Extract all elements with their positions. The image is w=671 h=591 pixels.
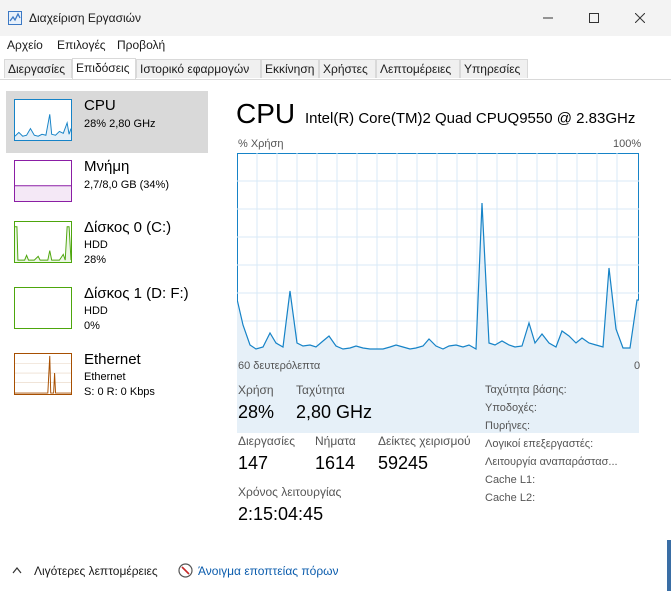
tab-processes[interactable]: Διεργασίες <box>4 59 72 78</box>
sidebar-disk0-name: Δίσκος 0 (C:) <box>84 219 172 236</box>
base-speed-label: Ταχύτητα βάσης: <box>485 384 567 396</box>
minimize-icon <box>543 17 553 19</box>
tab-bar: Διεργασίες Επιδόσεις Ιστορικό εφαρμογών … <box>0 57 671 80</box>
threads-label: Νήματα <box>315 434 356 448</box>
graph-time-label: 60 δευτερόλεπτα <box>238 360 321 372</box>
graph-time-end-label: 0 <box>634 360 641 372</box>
sidebar-disk1-type: HDD <box>84 305 108 317</box>
usage-value: 28% <box>238 402 275 422</box>
threads-value: 1614 <box>315 453 356 473</box>
sidebar-disk1-name: Δίσκος 1 (D: F:) <box>84 285 189 302</box>
resource-monitor-icon <box>178 563 193 578</box>
uptime-value: 2:15:04:45 <box>238 504 324 524</box>
sidebar-item-ethernet[interactable]: Ethernet Ethernet S: 0 R: 0 Kbps <box>6 345 208 407</box>
tab-startup[interactable]: Εκκίνηση <box>261 59 319 78</box>
cores-label: Πυρήνες: <box>485 420 531 432</box>
cpu-model: Intel(R) Core(TM)2 Quad CPUQ9550 @ 2.83G… <box>305 110 636 127</box>
sidebar-memory-name: Μνήμη <box>84 158 130 175</box>
minimize-button[interactable] <box>525 0 571 36</box>
ethernet-thumbnail-graph <box>14 353 72 395</box>
close-button[interactable] <box>617 0 663 36</box>
sockets-label: Υποδοχές: <box>485 402 537 414</box>
memory-thumbnail-graph <box>14 160 72 202</box>
cache-l1-label: Cache L1: <box>485 474 536 486</box>
graph-y-label: % Χρήση <box>238 138 284 150</box>
disk0-thumbnail-graph <box>14 221 72 263</box>
tab-app-history[interactable]: Ιστορικό εφαρμογών <box>136 59 261 78</box>
task-manager-icon <box>8 11 22 25</box>
cache-l2-label: Cache L2: <box>485 492 536 504</box>
tab-users[interactable]: Χρήστες <box>319 59 376 78</box>
open-resource-monitor-link[interactable]: Άνοιγμα εποπτείας πόρων <box>198 564 339 578</box>
window-title: Διαχείριση Εργασιών <box>29 11 142 25</box>
sidebar-disk0-type: HDD <box>84 239 108 251</box>
tab-services[interactable]: Υπηρεσίες <box>460 59 528 78</box>
maximize-icon <box>589 13 599 23</box>
sidebar-item-disk1[interactable]: Δίσκος 1 (D: F:) HDD 0% <box>6 279 208 341</box>
tab-performance[interactable]: Επιδόσεις <box>72 58 136 79</box>
sidebar-item-disk0[interactable]: Δίσκος 0 (C:) HDD 28% <box>6 213 208 275</box>
handles-value: 59245 <box>378 453 429 473</box>
sidebar-item-cpu[interactable]: CPU 28% 2,80 GHz <box>6 91 208 153</box>
speed-label: Ταχύτητα <box>296 383 345 397</box>
processes-value: 147 <box>238 453 269 473</box>
close-icon <box>635 13 645 23</box>
usage-label: Χρήση <box>238 383 274 397</box>
speed-value: 2,80 GHz <box>296 402 373 422</box>
menu-bar: Αρχείο Επιλογές Προβολή <box>0 36 671 57</box>
sidebar-disk1-usage: 0% <box>84 320 100 332</box>
sidebar-ethernet-adapter: Ethernet <box>84 371 126 383</box>
sidebar-cpu-usage: 28% 2,80 GHz <box>84 118 156 130</box>
menu-view[interactable]: Προβολή <box>117 38 165 52</box>
processes-label: Διεργασίες <box>238 434 295 448</box>
sidebar-item-memory[interactable]: Μνήμη 2,7/8,0 GB (34%) <box>6 152 208 214</box>
sidebar-ethernet-name: Ethernet <box>84 351 141 368</box>
page-title: CPU <box>236 98 296 129</box>
resource-sidebar: CPU 28% 2,80 GHz Μνήμη 2,7/8,0 GB (34%) … <box>0 80 210 540</box>
fewer-details-button[interactable]: Λιγότερες λεπτομέρειες <box>34 564 158 578</box>
uptime-label: Χρόνος λειτουργίας <box>238 485 342 499</box>
menu-file[interactable]: Αρχείο <box>7 38 43 52</box>
title-bar: Διαχείριση Εργασιών <box>0 0 671 36</box>
virtualization-label: Λειτουργία αναπαράστασ... <box>485 456 618 468</box>
cpu-thumbnail-graph <box>14 99 72 141</box>
maximize-button[interactable] <box>571 0 617 36</box>
footer-bar: Λιγότερες λεπτομέρειες Άνοιγμα εποπτείας… <box>0 540 671 591</box>
sidebar-ethernet-throughput: S: 0 R: 0 Kbps <box>84 386 155 398</box>
disk1-thumbnail-graph <box>14 287 72 329</box>
tab-details[interactable]: Λεπτομέρειες <box>376 59 460 78</box>
graph-y-max-label: 100% <box>613 138 642 150</box>
logical-processors-label: Λογικοί επεξεργαστές: <box>485 438 594 450</box>
menu-options[interactable]: Επιλογές <box>57 38 106 52</box>
sidebar-cpu-name: CPU <box>84 97 116 114</box>
sidebar-disk0-usage: 28% <box>84 254 107 266</box>
window-edge <box>667 540 671 591</box>
handles-label: Δείκτες χειρισμού <box>378 434 471 448</box>
sidebar-memory-usage: 2,7/8,0 GB (34%) <box>84 179 169 191</box>
chevron-up-icon <box>12 567 22 574</box>
cpu-detail-panel: CPU Intel(R) Core(TM)2 Quad CPUQ9550 @ 2… <box>210 80 671 540</box>
